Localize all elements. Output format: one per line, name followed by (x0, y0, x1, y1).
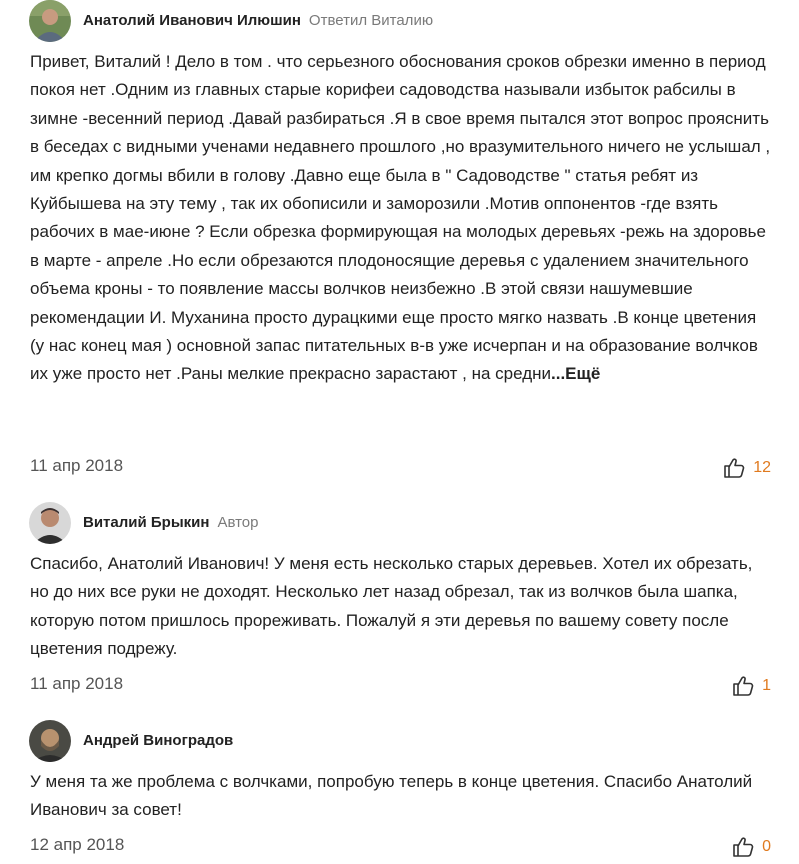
thumbs-up-icon (733, 837, 754, 857)
comment-date: 12 апр 2018 (30, 835, 125, 854)
reply-to-label[interactable]: Ответил Виталию (309, 12, 433, 29)
comment-text: Привет, Виталий ! Дело в том . что серье… (30, 48, 775, 389)
author-name[interactable]: Андрей Виноградов (83, 732, 233, 749)
comment-body: Привет, Виталий ! Дело в том . что серье… (30, 52, 771, 384)
like-button[interactable]: 0 (732, 835, 771, 859)
author-badge: Автор (217, 514, 259, 531)
like-count: 12 (753, 459, 771, 476)
comment-text: Спасибо, Анатолий Иванович! У меня есть … (30, 550, 775, 664)
author-name[interactable]: Виталий Брыкин (83, 514, 209, 531)
comment-header: Андрей Виноградов (83, 731, 233, 751)
comment-header: Виталий Брыкин Автор (83, 513, 258, 533)
avatar[interactable] (29, 720, 71, 762)
thumbs-up-icon (724, 458, 745, 478)
avatar-photo (29, 0, 71, 42)
comment-body: У меня та же проблема с волчками, попроб… (30, 772, 753, 820)
author-name[interactable]: Анатолий Иванович Илюшин (83, 12, 301, 29)
avatar[interactable] (29, 0, 71, 42)
like-button[interactable]: 12 (723, 456, 771, 480)
avatar-photo (29, 502, 71, 544)
avatar[interactable] (29, 502, 71, 544)
like-count: 1 (762, 677, 771, 694)
comment-body: Спасибо, Анатолий Иванович! У меня есть … (30, 554, 753, 659)
comment-text: У меня та же проблема с волчками, попроб… (30, 768, 775, 825)
avatar-photo (29, 720, 71, 762)
comment-header: Анатолий Иванович Илюшин Ответил Виталию (83, 11, 433, 31)
like-button[interactable]: 1 (732, 674, 771, 698)
show-more-link[interactable]: ...Ещё (551, 364, 600, 383)
comment-date: 11 апр 2018 (30, 674, 124, 693)
like-count: 0 (762, 838, 771, 855)
thumbs-up-icon (733, 676, 754, 696)
comment-date: 11 апр 2018 (30, 456, 124, 475)
